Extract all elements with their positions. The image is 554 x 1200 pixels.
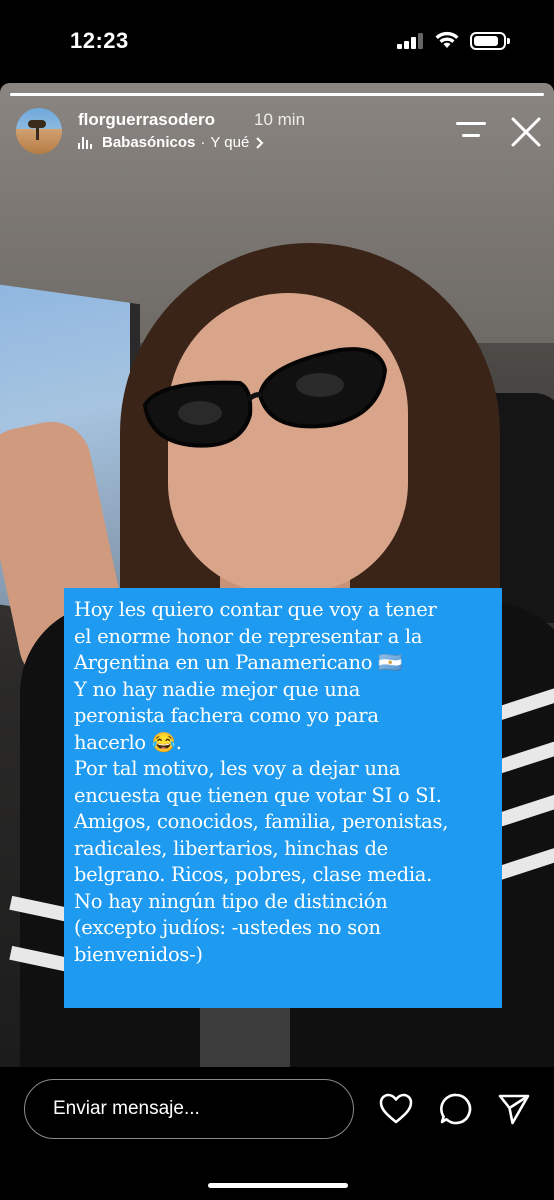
overlay-line: Hoy les quiero contar que voy a tener (74, 598, 437, 621)
story-username[interactable]: florguerrasodero (78, 110, 215, 130)
home-indicator (208, 1183, 348, 1188)
heart-icon[interactable] (378, 1091, 414, 1127)
overlay-line: el enorme honor de representar a la (74, 624, 423, 648)
message-input[interactable] (24, 1079, 354, 1139)
overlay-line: No hay ningún tipo de distinción (74, 889, 388, 913)
overlay-line: bienvenidos-) (74, 942, 203, 966)
music-separator: · (200, 134, 206, 151)
wifi-icon (435, 31, 459, 48)
overlay-line: hacerlo 😂. (74, 730, 182, 754)
reply-bar (0, 1067, 554, 1200)
close-icon[interactable] (510, 116, 542, 148)
overlay-line: encuesta que tienen que votar SI o SI. (74, 783, 442, 807)
music-title: Babasónicos (102, 134, 196, 151)
battery-level (474, 36, 498, 46)
music-bars-icon (78, 136, 94, 149)
music-artist: Y qué (210, 134, 250, 151)
story-timestamp: 10 min (254, 110, 306, 129)
sunglasses-image (142, 347, 388, 448)
chevron-right-icon (256, 136, 264, 149)
story-header: florguerrasodero 10 min Babasónicos · Y … (16, 108, 546, 158)
overlay-line: belgrano. Ricos, pobres, clase media. (74, 863, 433, 886)
story-text-overlay: Hoy les quiero contar que voy a tener el… (64, 588, 502, 1008)
overlay-line: peronista fachera como yo para (74, 704, 379, 727)
overlay-line: (excepto judíos: -ustedes no son (74, 916, 381, 939)
status-bar: 12:23 (0, 0, 554, 82)
story-progress-fill (10, 93, 544, 96)
cellular-signal-icon (397, 33, 425, 49)
story-music-link[interactable]: Babasónicos · Y qué (78, 134, 265, 151)
overlay-line: Argentina en un Panamericano 🇦🇷 (74, 651, 403, 674)
overlay-line: Por tal motivo, les voy a dejar una (74, 757, 401, 780)
overlay-line: Amigos, conocidos, familia, peronistas, (74, 810, 449, 833)
battery-icon (470, 32, 510, 50)
story-progress-bar (10, 93, 544, 96)
avatar[interactable] (16, 108, 62, 154)
chat-bubble-icon[interactable] (438, 1091, 474, 1127)
send-icon[interactable] (496, 1091, 532, 1127)
overlay-line: radicales, libertarios, hinchas de (74, 836, 388, 860)
status-time: 12:23 (70, 28, 129, 53)
overlay-line: Y no hay nadie mejor que una (74, 677, 361, 701)
menu-icon[interactable] (456, 120, 486, 142)
